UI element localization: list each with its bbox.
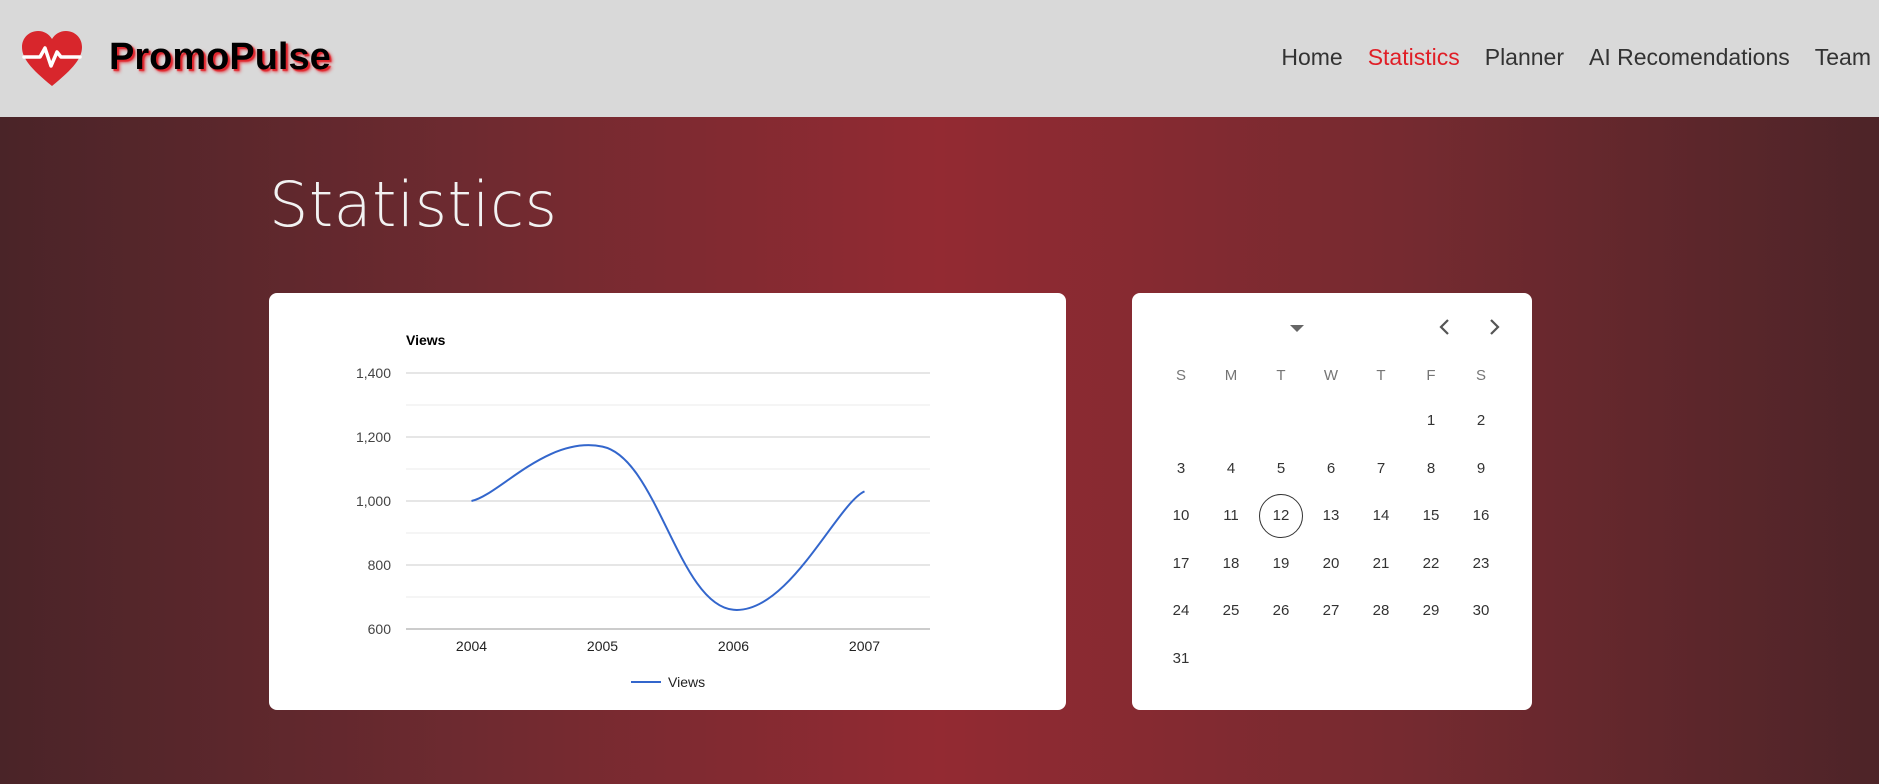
calendar-day[interactable]: 16 [1456, 492, 1506, 540]
calendar-day[interactable]: 2 [1456, 397, 1506, 445]
calendar-day[interactable]: 27 [1306, 587, 1356, 635]
heart-pulse-icon[interactable] [20, 30, 84, 88]
top-navbar: PromoPulse Home Statistics Planner AI Re… [0, 0, 1879, 117]
calendar-empty-cell [1156, 397, 1206, 445]
calendar-empty-cell [1206, 397, 1256, 445]
calendar-day[interactable]: 24 [1156, 587, 1206, 635]
calendar-day[interactable]: 6 [1306, 445, 1356, 493]
calendar-day[interactable]: 4 [1206, 445, 1256, 493]
x-tick-label: 2004 [456, 638, 487, 654]
chevron-left-icon[interactable] [1435, 317, 1455, 337]
calendar-day[interactable]: 28 [1356, 587, 1406, 635]
calendar-day[interactable]: 26 [1256, 587, 1306, 635]
y-tick-label: 800 [368, 557, 392, 573]
x-tick-label: 2006 [718, 638, 749, 654]
calendar-day[interactable]: 9 [1456, 445, 1506, 493]
calendar-day[interactable]: 5 [1256, 445, 1306, 493]
nav-home[interactable]: Home [1281, 44, 1342, 71]
page-title: Statistics [269, 168, 558, 241]
brand-name[interactable]: PromoPulse [109, 36, 331, 79]
caret-down-icon[interactable] [1290, 325, 1304, 332]
calendar-grid: S M T W T F S 1 2 3 4 5 6 7 8 9 10 11 12 13 14 15 16 17 18 19 20 21… [1156, 360, 1506, 682]
weekday-header: F [1426, 366, 1436, 384]
calendar-empty-cell [1256, 397, 1306, 445]
y-tick-label: 600 [368, 621, 392, 637]
y-tick-label: 1,400 [356, 365, 391, 381]
calendar-day[interactable]: 15 [1406, 492, 1456, 540]
calendar-day[interactable]: 10 [1156, 492, 1206, 540]
nav-planner[interactable]: Planner [1485, 44, 1564, 71]
weekday-header: S [1475, 366, 1486, 384]
x-tick-label: 2007 [849, 638, 880, 654]
chart-title: Views [406, 332, 446, 348]
calendar-day[interactable]: 31 [1156, 635, 1206, 683]
weekday-header: T [1276, 366, 1286, 384]
calendar-day[interactable]: 19 [1256, 540, 1306, 588]
weekday-header: M [1224, 366, 1238, 384]
calendar-day[interactable]: 3 [1156, 445, 1206, 493]
nav-ai-recomendations[interactable]: AI Recomendations [1589, 44, 1790, 71]
x-tick-label: 2005 [587, 638, 618, 654]
calendar-day[interactable]: 29 [1406, 587, 1456, 635]
calendar-empty-cell [1306, 397, 1356, 445]
calendar-day[interactable]: 21 [1356, 540, 1406, 588]
calendar-empty-cell [1356, 397, 1406, 445]
calendar-day[interactable]: 11 [1206, 492, 1256, 540]
weekday-header: T [1376, 366, 1386, 384]
calendar-day[interactable]: 30 [1456, 587, 1506, 635]
y-tick-label: 1,200 [356, 429, 391, 445]
calendar-day[interactable]: 22 [1406, 540, 1456, 588]
weekday-header: W [1323, 366, 1339, 384]
nav-statistics[interactable]: Statistics [1368, 44, 1460, 71]
series-line-views [471, 444, 865, 611]
calendar-day[interactable]: 13 [1306, 492, 1356, 540]
main-nav: Home Statistics Planner AI Recomendation… [1256, 44, 1871, 71]
calendar-day[interactable]: 23 [1456, 540, 1506, 588]
calendar-day[interactable]: 8 [1406, 445, 1456, 493]
calendar-day[interactable]: 20 [1306, 540, 1356, 588]
chevron-right-icon[interactable] [1484, 317, 1504, 337]
calendar-day[interactable]: 14 [1356, 492, 1406, 540]
calendar-card: S M T W T F S 1 2 3 4 5 6 7 8 9 10 11 12 13 14 15 16 17 18 19 20 21… [1132, 293, 1532, 710]
calendar-day[interactable]: 18 [1206, 540, 1256, 588]
views-line-chart: 600 800 1,000 1,200 1,400 2004 2005 2006 2007 Vie… [356, 332, 930, 690]
calendar-day[interactable]: 7 [1356, 445, 1406, 493]
calendar-day[interactable]: 1 [1406, 397, 1456, 445]
calendar-day-today[interactable]: 12 [1256, 492, 1306, 540]
calendar-day[interactable]: 17 [1156, 540, 1206, 588]
nav-team[interactable]: Team [1815, 44, 1871, 71]
calendar-day[interactable]: 25 [1206, 587, 1256, 635]
y-tick-label: 1,000 [356, 493, 391, 509]
views-chart-card: 600 800 1,000 1,200 1,400 2004 2005 2006 2007 Vie… [269, 293, 1066, 710]
weekday-header: S [1175, 366, 1186, 384]
legend-label: Views [668, 674, 705, 690]
